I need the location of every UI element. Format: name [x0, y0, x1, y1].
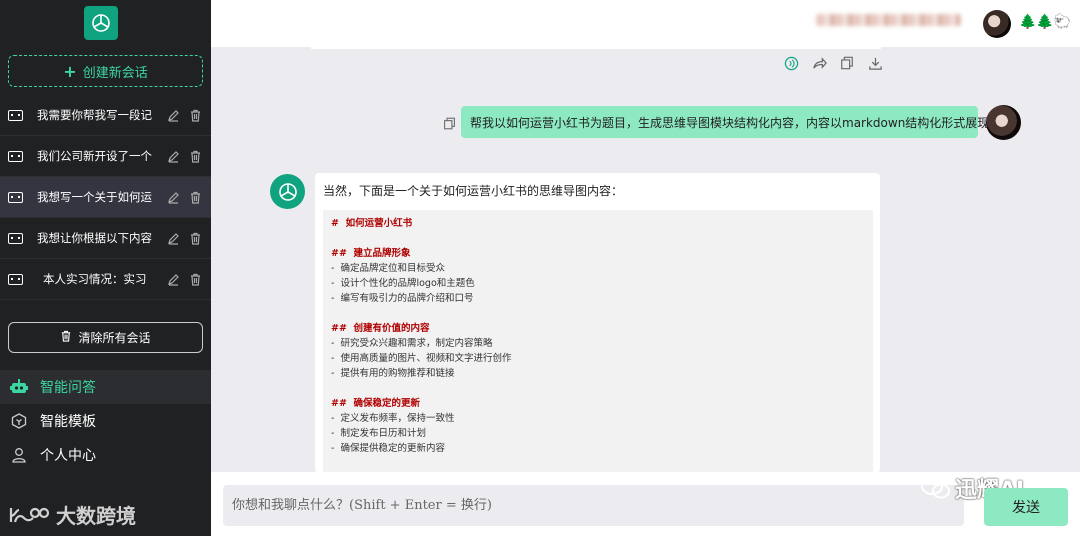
code-line: ## 创建有价值的内容: [331, 323, 430, 334]
delete-icon[interactable]: [187, 230, 203, 246]
previous-message-edge: [311, 47, 881, 49]
assistant-avatar: [270, 174, 305, 209]
assistant-intro-text: 当然，下面是一个关于如何运营小红书的思维导图内容：: [323, 184, 624, 198]
conversation-item[interactable]: 我需要你帮我写一段记: [0, 95, 211, 136]
user-avatar: [986, 105, 1021, 140]
new-chat-button[interactable]: + 创建新会话: [8, 55, 203, 87]
delete-icon[interactable]: [187, 271, 203, 287]
template-icon: [10, 412, 28, 430]
blurred-username: [816, 14, 961, 26]
code-line: - 确保提供稳定的更新内容: [331, 443, 445, 454]
menu-item-smart-template[interactable]: 智能模板: [0, 404, 211, 438]
user-icon: [10, 446, 28, 464]
code-line: - 确定品牌定位和目标受众: [331, 263, 445, 274]
trash-icon: [60, 330, 72, 345]
chat-icon: [8, 109, 23, 121]
menu-item-profile[interactable]: 个人中心: [0, 438, 211, 472]
header-avatar[interactable]: [983, 10, 1011, 38]
edit-icon[interactable]: [165, 230, 181, 246]
share-icon[interactable]: [811, 55, 827, 71]
message-actions: [783, 55, 883, 71]
nav-menu: 智能问答 智能模板 个人中心: [0, 370, 211, 472]
new-chat-label: 创建新会话: [82, 65, 148, 81]
code-line: ## 建立品牌形象: [331, 248, 411, 259]
conversation-item[interactable]: 本人实习情况：实习: [0, 259, 211, 300]
clear-all-label: 清除所有会话: [78, 331, 151, 345]
markdown-code-block: # 如何运营小红书 ## 建立品牌形象 - 确定品牌定位和目标受众 - 设计个性…: [323, 210, 873, 472]
code-line: ## 确保稳定的更新: [331, 398, 421, 409]
conversation-label: 本人实习情况：实习: [43, 272, 147, 286]
conversation-label: 我们公司新开设了一个: [37, 149, 152, 163]
conversation-list: 我需要你帮我写一段记 我们公司新开设了一个 我想写一个关于如何运 我想让你根据以…: [0, 95, 211, 300]
brand-watermark: 大数跨境: [8, 500, 136, 529]
edit-icon[interactable]: [165, 271, 181, 287]
brand-label: 大数跨境: [56, 504, 136, 528]
wechat-icon: [921, 477, 950, 499]
conversation-item[interactable]: 我们公司新开设了一个: [0, 136, 211, 177]
chat-icon: [8, 232, 23, 244]
audio-icon[interactable]: [783, 55, 799, 71]
code-line: - 制定发布日历和计划: [331, 428, 426, 439]
menu-label: 智能问答: [40, 380, 96, 396]
download-icon[interactable]: [867, 55, 883, 71]
code-line: - 编写有吸引力的品牌介绍和口号: [331, 293, 474, 304]
code-line: - 提供有用的购物推荐和链接: [331, 368, 455, 379]
chat-icon: [8, 150, 23, 162]
input-bar: 迅耀AI 发送: [211, 472, 1080, 536]
menu-label: 个人中心: [40, 448, 96, 464]
chat-icon: [8, 191, 23, 203]
delete-icon[interactable]: [187, 189, 203, 205]
chat-area: 帮我以如何运营小红书为题目，生成思维导图模块结构化内容，内容以markdown结…: [211, 47, 1080, 472]
code-line: - 定义发布频率，保持一致性: [331, 413, 455, 424]
delete-icon[interactable]: [187, 107, 203, 123]
send-button[interactable]: 发送: [984, 488, 1068, 526]
copy-icon[interactable]: [839, 55, 855, 71]
message-input[interactable]: [223, 485, 964, 526]
openai-logo-icon[interactable]: [84, 6, 118, 40]
code-line: - 研究受众兴趣和需求，制定内容策略: [331, 338, 493, 349]
brand-logo-icon: [9, 507, 50, 522]
chat-icon: [8, 273, 23, 285]
header-decoration: 🌲🌲🐑: [1019, 14, 1072, 30]
conversation-label: 我想写一个关于如何运: [37, 190, 152, 204]
edit-icon[interactable]: [165, 189, 181, 205]
openai-logo-icon: [278, 182, 297, 201]
menu-item-smart-qa[interactable]: 智能问答: [0, 370, 211, 404]
code-line: # 如何运营小红书: [331, 218, 413, 229]
conversation-label: 我需要你帮我写一段记: [37, 108, 152, 122]
menu-label: 智能模板: [40, 414, 96, 430]
code-line: - 设计个性化的品牌logo和主题色: [331, 278, 475, 289]
conversation-label: 我想让你根据以下内容: [37, 231, 152, 245]
copy-user-message-icon[interactable]: [443, 115, 457, 130]
clear-all-button[interactable]: 清除所有会话: [8, 322, 203, 353]
delete-icon[interactable]: [187, 148, 203, 164]
sidebar: + 创建新会话 我需要你帮我写一段记 我们公司新开设了一个 我想写一个关于如何运…: [0, 0, 211, 536]
edit-icon[interactable]: [165, 107, 181, 123]
plus-icon: +: [63, 61, 77, 81]
edit-icon[interactable]: [165, 148, 181, 164]
user-message-bubble: 帮我以如何运营小红书为题目，生成思维导图模块结构化内容，内容以markdown结…: [461, 106, 989, 138]
top-header: 🌲🌲🐑: [211, 0, 1080, 47]
assistant-message: 当然，下面是一个关于如何运营小红书的思维导图内容： # 如何运营小红书 ## 建…: [315, 173, 880, 472]
conversation-item[interactable]: 我想让你根据以下内容: [0, 218, 211, 259]
robot-icon: [10, 378, 28, 396]
code-line: - 使用高质量的图片、视频和文字进行创作: [331, 353, 512, 364]
conversation-item-active[interactable]: 我想写一个关于如何运: [0, 177, 211, 218]
